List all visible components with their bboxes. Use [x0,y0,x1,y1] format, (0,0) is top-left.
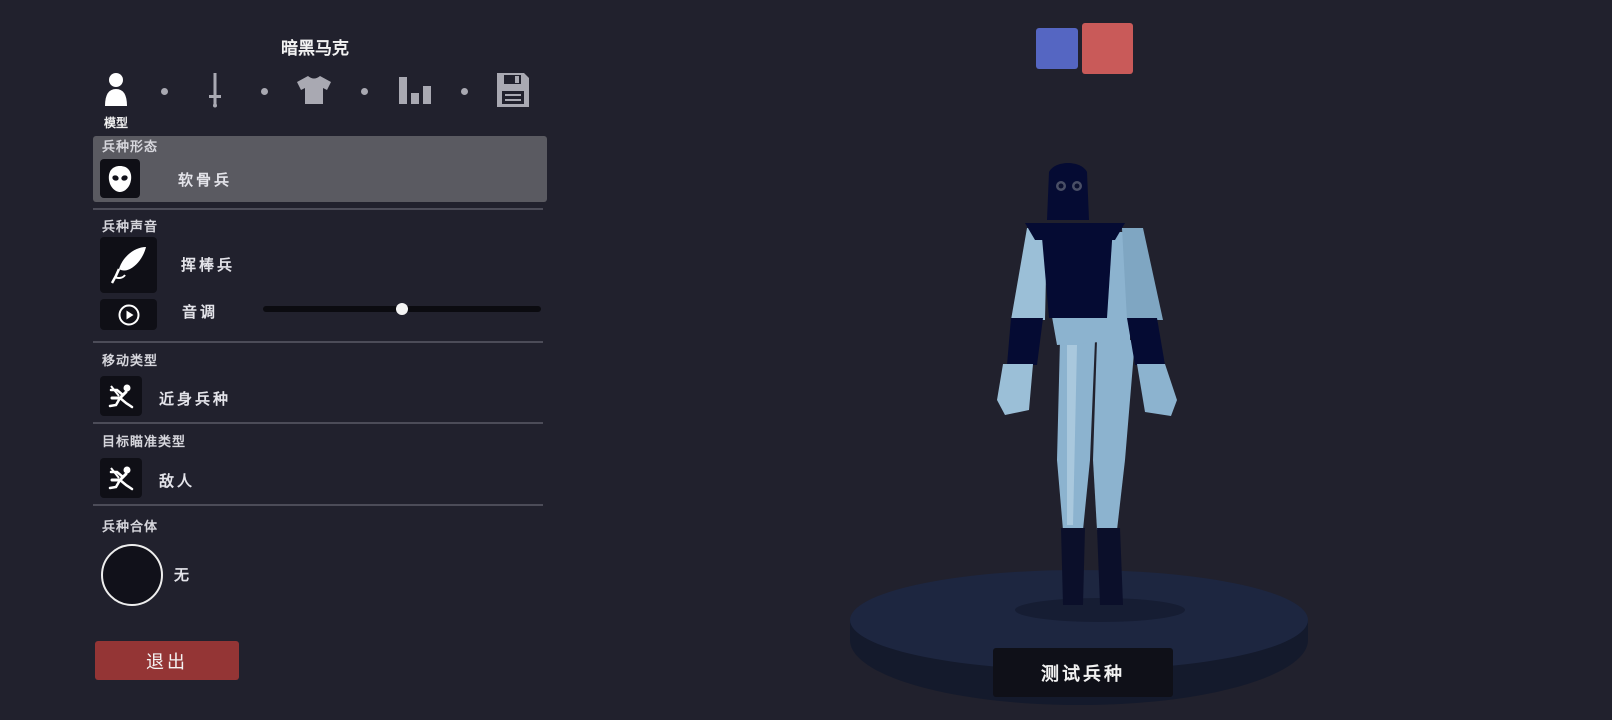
sword-icon [209,73,221,108]
tab-separator-dot [261,88,268,95]
section-divider [93,504,543,506]
tab-model-label: 模型 [103,116,128,130]
charging-figure-icon [108,384,134,409]
team-red-selector[interactable] [1082,23,1133,74]
section-divider [93,341,543,343]
movement-type-title: 移动类型 [102,354,159,369]
unit-form-selector[interactable] [93,136,547,202]
team-blue-selector[interactable] [1036,28,1078,69]
unit-model-preview[interactable] [985,160,1215,630]
unit-form-title: 兵种形态 [102,140,159,155]
voice-play-button[interactable] [100,299,157,330]
tab-weapons[interactable] [195,70,235,110]
pitch-label: 音调 [182,303,219,321]
tab-separator-dot [161,88,168,95]
person-icon [105,73,127,106]
unit-form-value: 软骨兵 [178,171,233,189]
unit-voice-icon-box[interactable] [100,237,157,293]
tab-save[interactable] [493,70,533,110]
shirt-icon [297,76,331,104]
tab-separator-dot [461,88,468,95]
unit-fusion-value: 无 [174,566,193,584]
unit-name-title: 暗黑马克 [281,39,349,59]
exit-button[interactable]: 退出 [95,641,239,680]
test-unit-button[interactable]: 测试兵种 [993,648,1173,697]
tab-model[interactable] [96,70,136,110]
targeting-type-title: 目标瞄准类型 [102,435,187,450]
targeting-type-icon-box[interactable] [100,458,142,498]
play-circle-icon [118,304,139,325]
unit-voice-title: 兵种声音 [102,220,159,235]
tab-clothing[interactable] [294,70,334,110]
bar-chart-icon [399,77,431,104]
tab-stats[interactable] [395,70,435,110]
section-divider [93,208,543,210]
movement-type-value: 近身兵种 [159,390,232,408]
unit-fusion-title: 兵种合体 [102,520,159,535]
mask-face-icon [108,165,132,192]
unit-voice-value: 挥棒兵 [181,256,236,274]
section-divider [93,422,543,424]
pitch-slider-handle[interactable] [396,303,408,315]
unit-fusion-slot[interactable] [101,544,163,606]
unit-form-icon-box[interactable] [100,159,140,198]
feather-quill-icon [110,247,146,284]
movement-type-icon-box[interactable] [100,376,142,416]
tab-separator-dot [361,88,368,95]
save-disk-icon [497,73,529,107]
targeting-type-value: 敌人 [159,472,196,490]
charging-figure-icon [108,466,134,491]
